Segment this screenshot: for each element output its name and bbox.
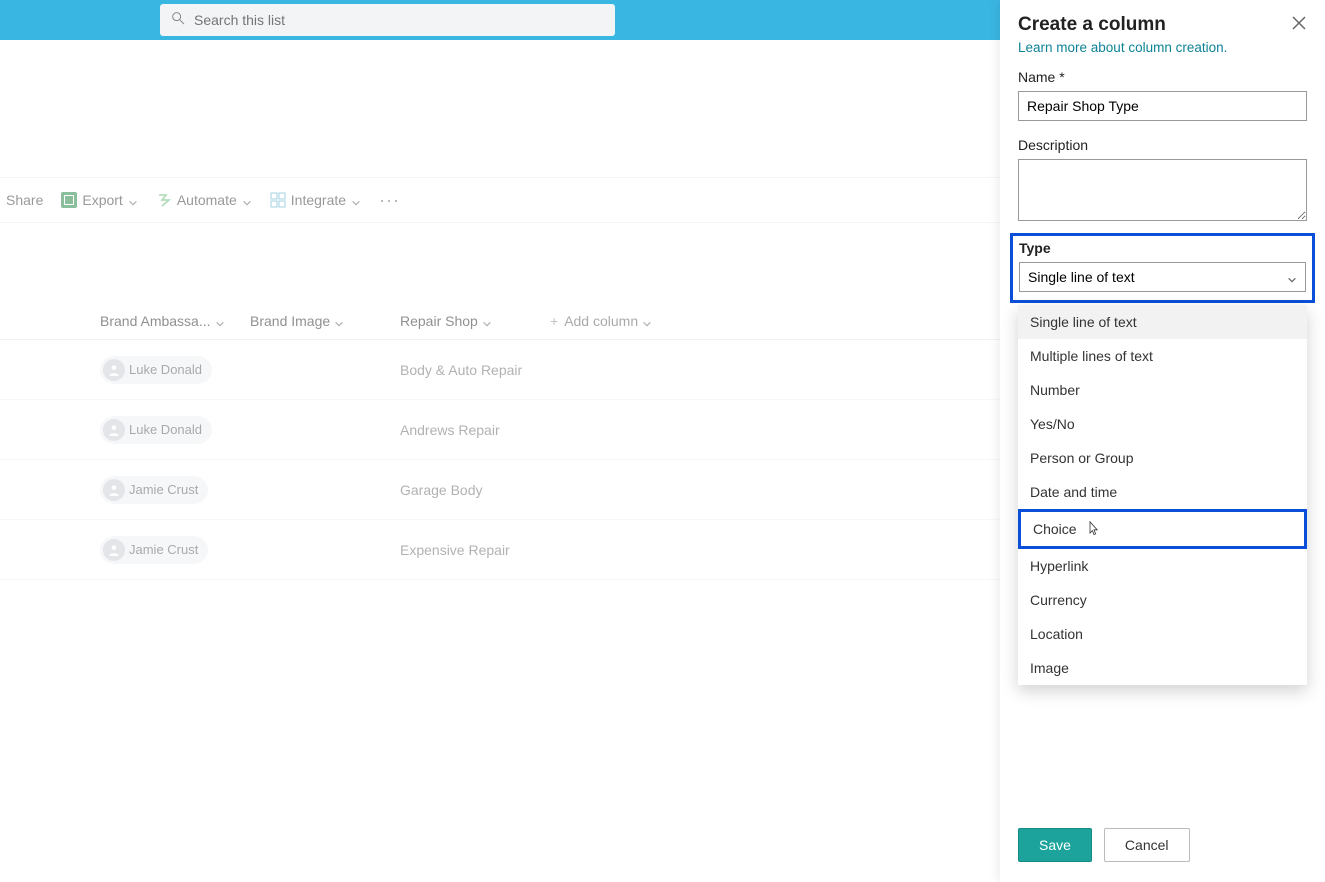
person-name: Jamie Crust	[129, 542, 198, 557]
type-option-hyperlink[interactable]: Hyperlink	[1018, 549, 1307, 583]
type-option-number[interactable]: Number	[1018, 373, 1307, 407]
search-box[interactable]	[160, 4, 615, 36]
description-label: Description	[1018, 137, 1307, 153]
type-option-datetime[interactable]: Date and time	[1018, 475, 1307, 509]
type-option-multi-line[interactable]: Multiple lines of text	[1018, 339, 1307, 373]
type-option-person[interactable]: Person or Group	[1018, 441, 1307, 475]
avatar-icon	[103, 359, 125, 381]
add-column-label: Add column	[564, 313, 638, 329]
search-icon	[170, 10, 186, 31]
type-highlight-box: Type Single line of text	[1010, 233, 1315, 303]
person-name: Luke Donald	[129, 422, 202, 437]
person-name: Jamie Crust	[129, 482, 198, 497]
close-button[interactable]	[1291, 15, 1307, 36]
person-name: Luke Donald	[129, 362, 202, 377]
type-option-image[interactable]: Image	[1018, 651, 1307, 685]
chevron-down-icon	[351, 195, 361, 205]
cell-repair-shop: Expensive Repair	[400, 542, 550, 558]
type-option-yesno[interactable]: Yes/No	[1018, 407, 1307, 441]
person-chip[interactable]: Luke Donald	[100, 416, 212, 444]
type-dropdown: Single line of text Multiple lines of te…	[1018, 305, 1307, 685]
table-row[interactable]: Jamie Crust Expensive Repair	[0, 520, 1000, 580]
type-option-currency[interactable]: Currency	[1018, 583, 1307, 617]
column-header-repair-shop[interactable]: Repair Shop	[400, 313, 550, 329]
type-label: Type	[1019, 240, 1306, 256]
export-label: Export	[82, 192, 122, 208]
plus-icon: +	[550, 313, 558, 329]
list-header: Brand Ambassa... Brand Image Repair Shop…	[0, 303, 1000, 340]
list-area: Brand Ambassa... Brand Image Repair Shop…	[0, 223, 1000, 580]
panel-footer: Save Cancel	[1018, 812, 1307, 882]
column-label: Brand Image	[250, 313, 330, 329]
create-column-panel: Create a column Learn more about column …	[1000, 0, 1325, 882]
integrate-button[interactable]: Integrate	[270, 192, 361, 208]
integrate-label: Integrate	[291, 192, 346, 208]
column-label: Repair Shop	[400, 313, 478, 329]
command-bar: Share Export Automate Integrate ···	[0, 178, 1000, 223]
type-select[interactable]: Single line of text	[1019, 262, 1306, 292]
column-header-brand-ambassador[interactable]: Brand Ambassa...	[100, 313, 250, 329]
cell-repair-shop: Andrews Repair	[400, 422, 550, 438]
type-option-single-line[interactable]: Single line of text	[1018, 305, 1307, 339]
avatar-icon	[103, 419, 125, 441]
cell-repair-shop: Garage Body	[400, 482, 550, 498]
export-button[interactable]: Export	[61, 192, 137, 208]
type-option-label: Choice	[1033, 521, 1077, 537]
automate-label: Automate	[177, 192, 237, 208]
name-input[interactable]	[1018, 91, 1307, 121]
chevron-down-icon	[1287, 272, 1297, 282]
table-row[interactable]: Luke Donald Andrews Repair	[0, 400, 1000, 460]
name-label: Name *	[1018, 69, 1307, 85]
panel-title: Create a column	[1018, 14, 1166, 36]
share-button[interactable]: Share	[6, 192, 43, 208]
add-column-button[interactable]: + Add column	[550, 313, 700, 329]
chevron-down-icon	[334, 316, 344, 326]
description-input[interactable]	[1018, 159, 1307, 221]
cell-repair-shop: Body & Auto Repair	[400, 362, 550, 378]
excel-icon	[61, 192, 77, 208]
chevron-down-icon	[242, 195, 252, 205]
search-input[interactable]	[194, 12, 605, 28]
more-button[interactable]: ···	[379, 190, 400, 211]
main-content: Share Export Automate Integrate ··· Bran…	[0, 40, 1000, 882]
automate-button[interactable]: Automate	[156, 192, 252, 208]
table-row[interactable]: Luke Donald Body & Auto Repair	[0, 340, 1000, 400]
column-header-brand-image[interactable]: Brand Image	[250, 313, 400, 329]
avatar-icon	[103, 479, 125, 501]
type-option-location[interactable]: Location	[1018, 617, 1307, 651]
cursor-icon	[1087, 521, 1101, 537]
table-row[interactable]: Jamie Crust Garage Body	[0, 460, 1000, 520]
type-option-choice[interactable]: Choice	[1018, 509, 1307, 549]
person-chip[interactable]: Luke Donald	[100, 356, 212, 384]
learn-more-link[interactable]: Learn more about column creation.	[1018, 40, 1307, 55]
column-label: Brand Ambassa...	[100, 313, 211, 329]
chevron-down-icon	[642, 316, 652, 326]
save-button[interactable]: Save	[1018, 828, 1092, 862]
chevron-down-icon	[482, 316, 492, 326]
flow-icon	[156, 192, 172, 208]
cancel-button[interactable]: Cancel	[1104, 828, 1190, 862]
person-chip[interactable]: Jamie Crust	[100, 476, 208, 504]
grid-icon	[270, 192, 286, 208]
chevron-down-icon	[128, 195, 138, 205]
type-selected-value: Single line of text	[1028, 269, 1135, 285]
chevron-down-icon	[215, 316, 225, 326]
person-chip[interactable]: Jamie Crust	[100, 536, 208, 564]
avatar-icon	[103, 539, 125, 561]
